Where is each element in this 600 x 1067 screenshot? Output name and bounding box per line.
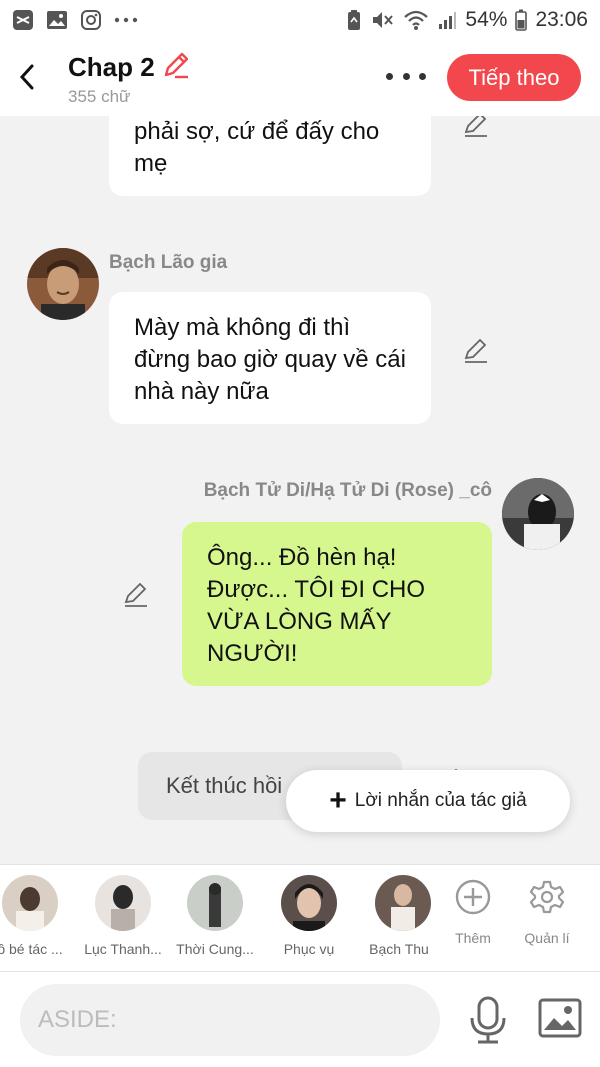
message-text: Ông... Đồ hèn hạ! Được... TÔI ĐI CHO VỪA…: [207, 544, 426, 667]
character-name: ô bé tác ...: [0, 941, 63, 957]
character-item[interactable]: Phục vụ: [261, 875, 357, 957]
avatar: [187, 875, 243, 931]
character-item[interactable]: ô bé tác ...: [0, 875, 78, 957]
message-text: Mày mà không đi thì đừng bao giờ quay về…: [134, 314, 406, 405]
next-button[interactable]: Tiếp theo: [447, 54, 581, 101]
battery-icon: [515, 9, 528, 31]
add-character-button[interactable]: Thêm: [438, 879, 508, 946]
avatar: [2, 875, 58, 931]
add-circle-icon: [455, 879, 491, 915]
author-note-label: Lời nhắn của tác giả: [354, 790, 527, 811]
mute-icon: [371, 9, 395, 31]
back-button[interactable]: [12, 62, 42, 92]
avatar[interactable]: [502, 478, 574, 550]
avatar: [95, 875, 151, 931]
more-options-button[interactable]: [386, 66, 426, 86]
chevron-left-icon: [19, 64, 34, 90]
avatar: [375, 875, 431, 931]
battery-saver-icon: [345, 9, 363, 31]
character-name: Bạch Thu: [369, 941, 429, 957]
message-bubble[interactable]: phải sợ, cứ để đấy cho mẹ: [109, 116, 431, 196]
chapter-header: Chap 2 355 chữ Tiếp theo: [0, 40, 600, 116]
character-name: Lục Thanh...: [84, 941, 162, 957]
character-item[interactable]: Bạch Thu: [355, 875, 443, 957]
gear-icon: [529, 880, 565, 914]
aside-input[interactable]: [20, 984, 440, 1056]
add-label: Thêm: [455, 930, 491, 946]
character-name: Thời Cung...: [176, 941, 254, 957]
character-bar: ô bé tác ... Lục Thanh... Thời Cung... P…: [0, 864, 600, 972]
edit-message-icon[interactable]: [122, 580, 150, 608]
manage-characters-button[interactable]: Quản lí: [512, 879, 582, 946]
edit-message-icon[interactable]: [462, 116, 490, 138]
speaker-name: Bạch Lão gia: [109, 252, 228, 273]
speaker-name: Bạch Tử Di/Hạ Tử Di (Rose) _cô: [203, 480, 492, 501]
gallery-notification-icon: [46, 10, 68, 30]
manage-label: Quản lí: [524, 930, 570, 946]
message-text: Kết thúc hồi: [166, 773, 283, 798]
chat-area[interactable]: phải sợ, cứ để đấy cho mẹ Bạch Lão gia M…: [0, 116, 600, 864]
edit-title-icon[interactable]: [161, 50, 191, 85]
author-note-button[interactable]: + Lời nhắn của tác giả: [286, 770, 570, 832]
word-count: 355 chữ: [68, 87, 131, 106]
status-bar: 54% 23:06: [0, 0, 600, 40]
wifi-icon: [403, 9, 429, 31]
microphone-icon[interactable]: [466, 996, 510, 1044]
more-notifications-icon: [114, 17, 138, 23]
message-text: phải sợ, cứ để đấy cho mẹ: [134, 118, 380, 177]
plus-icon: +: [329, 784, 347, 817]
edit-message-icon[interactable]: [462, 336, 490, 364]
signal-icon: [437, 10, 457, 30]
instagram-icon: [80, 9, 102, 31]
character-item[interactable]: Lục Thanh...: [75, 875, 171, 957]
character-name: Phục vụ: [283, 941, 335, 957]
battery-percent: 54%: [465, 8, 508, 31]
message-bubble[interactable]: Ông... Đồ hèn hạ! Được... TÔI ĐI CHO VỪA…: [182, 522, 492, 686]
message-bubble[interactable]: Mày mà không đi thì đừng bao giờ quay về…: [109, 292, 431, 424]
clock: 23:06: [535, 8, 588, 31]
input-bar: [0, 972, 600, 1067]
capcut-app-icon: [12, 9, 34, 31]
image-icon[interactable]: [538, 998, 582, 1038]
avatar[interactable]: [27, 248, 99, 320]
character-item[interactable]: Thời Cung...: [167, 875, 263, 957]
chapter-title: Chap 2: [68, 52, 155, 82]
avatar: [281, 875, 337, 931]
